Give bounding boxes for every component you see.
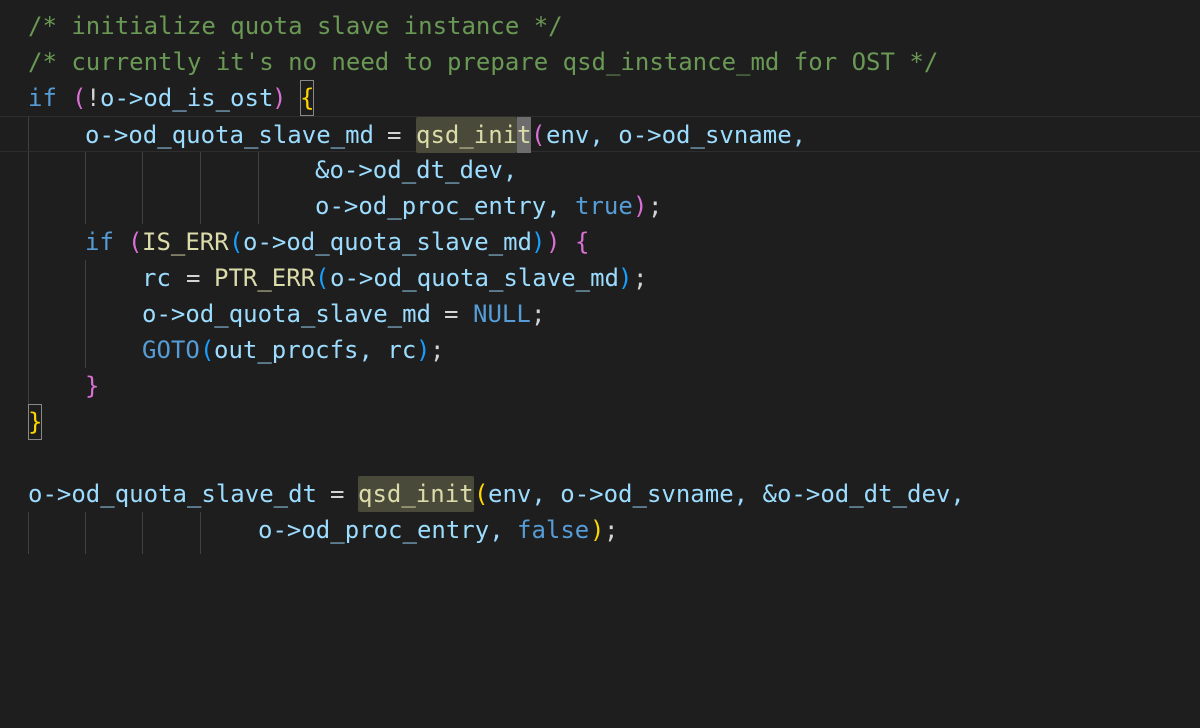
paren-close: ) [633,192,648,220]
paren-open: ( [315,264,330,292]
code-line: o->od_proc_entry, false ) ; [0,512,1200,548]
code-line: GOTO ( out_procfs, rc ) ; [0,332,1200,368]
paren-open: ( [229,228,244,256]
code-line: } [0,404,1200,440]
code-line: if ( IS_ERR ( o->od_quota_slave_md ) ) { [0,224,1200,260]
null-literal: NULL [473,300,531,328]
member-expression: o->od_quota_slave_md [243,228,532,256]
keyword-true: true [575,192,633,220]
code-line: rc = PTR_ERR ( o->od_quota_slave_md ) ; [0,260,1200,296]
paren-open: ( [531,121,546,149]
code-editor[interactable]: /* initialize quota slave instance */ /*… [0,0,1200,554]
comment-text: /* currently it's no need to prepare qsd… [28,48,939,76]
comment-text: /* initialize quota slave instance */ [28,12,563,40]
member-expression: o->od_quota_slave_md [330,264,619,292]
function-call-highlighted: qsd_ini [416,117,518,153]
cursor-char: t [517,117,532,153]
paren-close: ) [531,228,546,256]
macro-goto: GOTO [142,336,200,364]
member-expression: o->od_quota_slave_dt [28,480,317,508]
paren-close: ) [272,84,287,112]
arguments: out_procfs, rc [214,336,417,364]
assign-operator: = [387,121,402,149]
code-line: o->od_quota_slave_dt = qsd_init ( env, o… [0,476,1200,512]
code-line: o->od_proc_entry, true ) ; [0,188,1200,224]
code-line: o->od_quota_slave_md = NULL ; [0,296,1200,332]
semicolon: ; [648,192,663,220]
paren-open: ( [128,228,143,256]
paren-close: ) [546,228,561,256]
arguments: o->od_proc_entry, [258,516,504,544]
brace-close: } [85,372,100,400]
member-expression: o->od_quota_slave_md [142,300,431,328]
member-expression: o->od_quota_slave_md [85,121,374,149]
arguments: env, o->od_svname, [546,121,807,149]
arguments: &o->od_dt_dev, [315,156,518,184]
code-line: if ( ! o->od_is_ost ) { [0,80,1200,116]
assign-operator: = [186,264,201,292]
semicolon: ; [604,516,619,544]
brace-close: } [28,404,43,440]
arguments: o->od_proc_entry, [315,192,561,220]
not-operator: ! [86,84,101,112]
paren-close: ) [590,516,605,544]
semicolon: ; [430,336,445,364]
function-call-highlighted: qsd_init [358,476,474,512]
semicolon: ; [531,300,546,328]
code-line: &o->od_dt_dev, [0,152,1200,188]
variable-rc: rc [142,264,171,292]
macro-call: PTR_ERR [214,264,316,292]
semicolon: ; [633,264,648,292]
paren-open: ( [474,480,489,508]
code-line: /* initialize quota slave instance */ [0,8,1200,44]
code-line: /* currently it's no need to prepare qsd… [0,44,1200,80]
brace-open: { [300,80,315,116]
paren-close: ) [618,264,633,292]
assign-operator: = [444,300,459,328]
macro-call: IS_ERR [142,228,229,256]
keyword-if: if [85,228,114,256]
paren-open: ( [72,84,87,112]
arguments: env, o->od_svname, &o->od_dt_dev, [488,480,965,508]
paren-open: ( [200,336,215,364]
member-expression: o->od_is_ost [100,84,274,112]
keyword-if: if [28,84,57,112]
brace-open: { [575,228,590,256]
code-line-current: o->od_quota_slave_md = qsd_ini t ( env, … [0,116,1200,153]
paren-close: ) [416,336,431,364]
code-line: } [0,368,1200,404]
assign-operator: = [330,480,345,508]
keyword-false: false [517,516,590,544]
